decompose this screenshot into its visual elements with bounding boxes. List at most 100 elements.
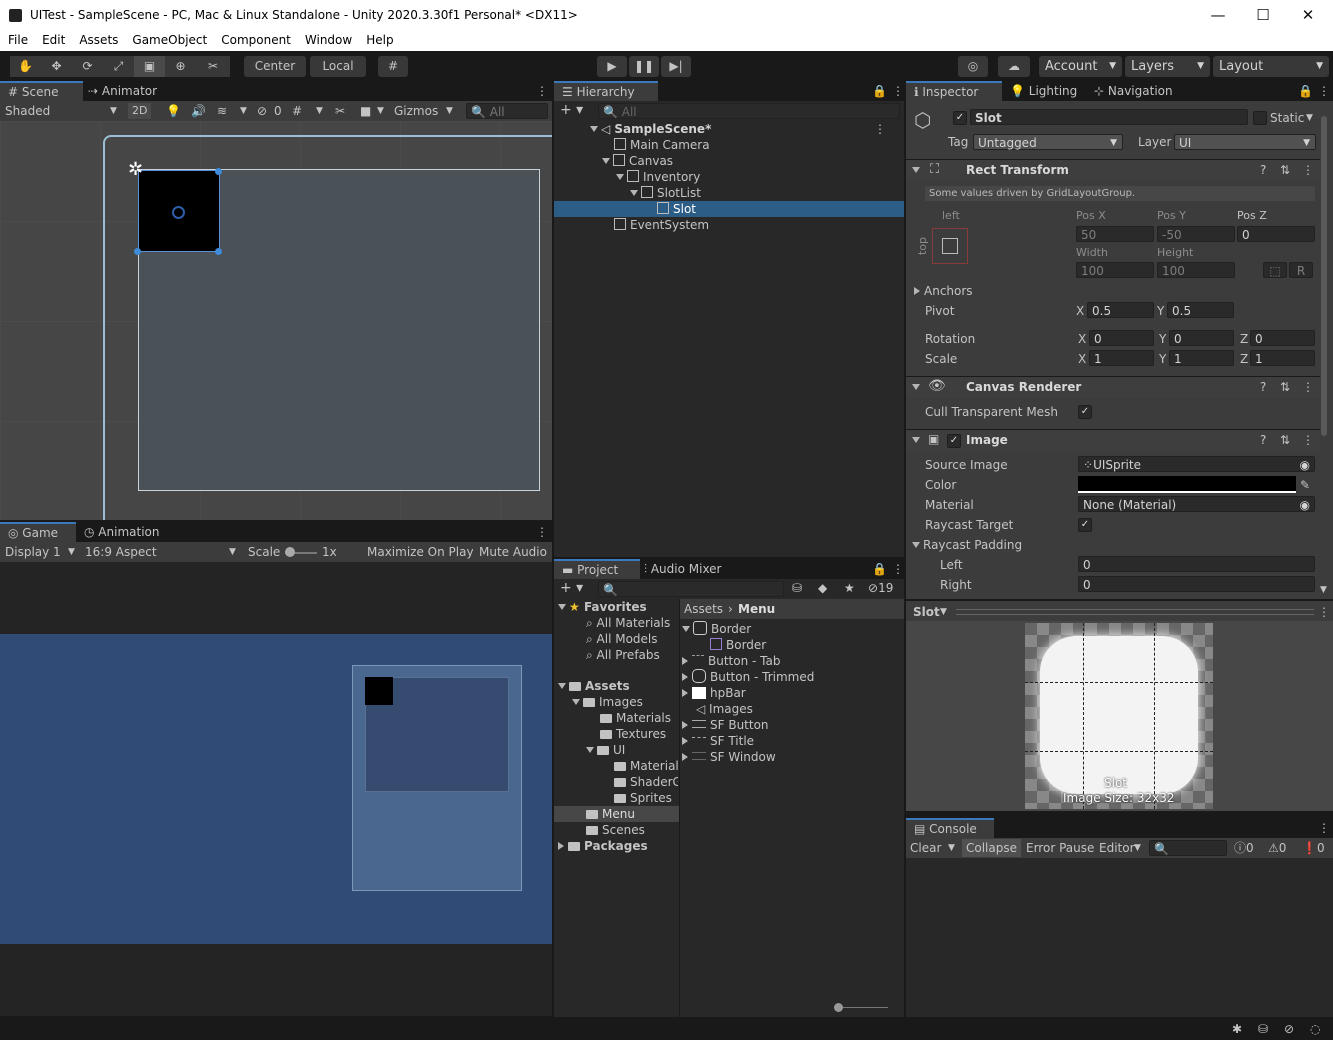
expand-arrow-icon[interactable] <box>590 126 598 132</box>
corner-handle[interactable] <box>134 248 141 255</box>
hierarchy-item-selected[interactable]: Slot <box>657 201 696 217</box>
collapse-arrow-icon[interactable] <box>914 287 920 295</box>
tab-console[interactable]: ▤ Console <box>906 818 994 839</box>
folder-item[interactable]: Materials <box>600 710 671 726</box>
chevron-down-icon[interactable]: ▼ <box>1306 110 1313 126</box>
expand-arrow-icon[interactable] <box>586 747 594 753</box>
layer-dropdown[interactable]: UI ▼ <box>1174 134 1316 150</box>
search-by-label-icon[interactable]: ◆ <box>818 580 827 596</box>
menu-component[interactable]: Component <box>213 31 297 47</box>
scene-root[interactable]: ◁ SampleScene* <box>590 121 711 137</box>
pivot-handle-icon[interactable] <box>172 206 185 219</box>
folder-item-selected[interactable]: Menu <box>586 806 635 822</box>
layers-dropdown[interactable]: Layers ▼ <box>1125 56 1210 77</box>
panel-menu-icon[interactable]: ⋮ <box>1310 818 1333 839</box>
folder-item[interactable]: ShaderG <box>614 774 678 790</box>
asset-item[interactable]: SF Title <box>682 733 754 749</box>
folder-item[interactable]: Materials <box>614 758 678 774</box>
active-checkbox[interactable]: ✓ <box>953 111 967 125</box>
collapse-arrow-icon[interactable] <box>558 842 564 850</box>
canvas-renderer-header[interactable]: 👁 Canvas Renderer ? ⇅ ⋮ <box>906 376 1320 398</box>
hierarchy-item[interactable]: SlotList <box>630 185 701 201</box>
hierarchy-item[interactable]: EventSystem <box>614 217 709 233</box>
expand-arrow-icon[interactable] <box>912 384 920 390</box>
chevron-down-icon[interactable]: ▼ <box>316 103 323 119</box>
folder-item[interactable]: Sprites <box>614 790 672 806</box>
asset-item[interactable]: hpBar <box>682 685 746 701</box>
expand-arrow-icon[interactable] <box>682 626 690 632</box>
packages-header[interactable]: Packages <box>558 838 648 854</box>
collapse-arrow-icon[interactable] <box>682 721 688 729</box>
add-object-button[interactable]: + ▾ <box>560 102 583 118</box>
scene-view[interactable]: ✲ <box>0 121 552 520</box>
bug-icon[interactable]: ✱ <box>1232 1021 1242 1037</box>
help-icon[interactable]: ? <box>1260 380 1266 394</box>
hierarchy-item[interactable]: Canvas <box>602 153 673 169</box>
menu-file[interactable]: File <box>0 31 34 47</box>
pivot-y-input[interactable]: 0.5 <box>1167 302 1234 318</box>
assets-header[interactable]: Assets <box>558 678 630 694</box>
breadcrumb-menu[interactable]: Menu <box>738 601 775 617</box>
scale-tool-icon[interactable]: ⤢ <box>103 56 134 77</box>
cache-icon[interactable]: ⛁ <box>1258 1021 1268 1037</box>
tab-navigation[interactable]: ⊹ Navigation <box>1086 81 1181 102</box>
error-count[interactable]: ❗0 <box>1302 840 1325 856</box>
component-menu-icon[interactable]: ⋮ <box>1302 433 1314 447</box>
asset-item[interactable]: SF Button <box>682 717 769 733</box>
height-input[interactable]: 100 <box>1157 262 1235 278</box>
layout-dropdown[interactable]: Layout ▼ <box>1213 56 1329 77</box>
menu-assets[interactable]: Assets <box>71 31 124 47</box>
preset-icon[interactable]: ⇅ <box>1280 380 1290 394</box>
tab-hierarchy[interactable]: ☰ Hierarchy <box>554 81 658 102</box>
folder-item[interactable]: UI <box>586 742 625 758</box>
collapse-arrow-icon[interactable] <box>682 753 688 761</box>
hierarchy-item[interactable]: Inventory <box>616 169 700 185</box>
asset-item[interactable]: ◁ Images <box>696 701 753 717</box>
step-button[interactable]: ▶| <box>661 56 691 77</box>
scale-z-input[interactable]: 1 <box>1250 350 1315 366</box>
collab-icon[interactable]: ◎ <box>958 56 988 77</box>
clear-button[interactable]: Clear <box>906 839 945 857</box>
expand-arrow-icon[interactable] <box>912 437 920 443</box>
padding-right-input[interactable]: 0 <box>1078 576 1315 592</box>
console-log-area[interactable] <box>906 858 1333 1017</box>
grid-snap-icon[interactable]: # <box>378 56 408 77</box>
folder-item[interactable]: Images <box>572 694 643 710</box>
hidden-objects-icon[interactable]: ⊘ <box>257 103 267 119</box>
collapse-arrow-icon[interactable] <box>682 689 688 697</box>
auto-generate-lighting-icon[interactable]: ⊘ <box>1284 1021 1294 1037</box>
expand-arrow-icon[interactable] <box>558 683 566 689</box>
gizmos-dropdown[interactable]: Gizmos <box>394 103 438 119</box>
expand-arrow-icon[interactable] <box>602 158 610 164</box>
drag-handle[interactable] <box>956 609 1314 615</box>
tab-inspector[interactable]: ℹ Inspector <box>906 81 1002 102</box>
menu-gameobject[interactable]: GameObject <box>124 31 213 47</box>
shading-dropdown[interactable]: Shaded <box>5 103 50 119</box>
asset-item[interactable]: Button - Trimmed <box>682 669 814 685</box>
hierarchy-search-input[interactable]: 🔍 All <box>598 103 900 119</box>
posx-input[interactable]: 50 <box>1076 226 1154 242</box>
search-by-type-icon[interactable]: ⛁ <box>792 580 802 596</box>
component-menu-icon[interactable]: ⋮ <box>1302 163 1314 177</box>
mute-audio-toggle[interactable]: Mute Audio <box>479 544 547 560</box>
account-dropdown[interactable]: Account ▼ <box>1039 56 1122 77</box>
rotation-y-input[interactable]: 0 <box>1169 330 1234 346</box>
panel-menu-icon[interactable]: ⋮ <box>528 81 556 102</box>
console-search-input[interactable]: 🔍 <box>1149 840 1227 856</box>
color-field[interactable] <box>1078 476 1296 493</box>
transform-tool-icon[interactable]: ⊕ <box>165 56 196 77</box>
expand-arrow-icon[interactable] <box>912 167 920 173</box>
2d-toggle[interactable]: 2D <box>128 103 152 119</box>
maximize-button[interactable]: ☐ <box>1241 4 1285 26</box>
favorites-header[interactable]: ★ Favorites <box>558 599 647 615</box>
eyedropper-icon[interactable]: ✎ <box>1300 477 1310 493</box>
maximize-on-play-toggle[interactable]: Maximize On Play <box>367 544 474 560</box>
progress-icon[interactable]: ◌ <box>1310 1021 1320 1037</box>
tab-scene[interactable]: # Scene <box>0 81 83 102</box>
collapse-arrow-icon[interactable] <box>682 737 688 745</box>
camera-icon[interactable]: ■ <box>360 103 371 119</box>
material-field[interactable]: None (Material) ◉ <box>1078 496 1315 512</box>
expand-arrow-icon[interactable] <box>630 190 638 196</box>
rect-transform-header[interactable]: ⛶ Rect Transform ? ⇅ ⋮ <box>906 159 1320 181</box>
panel-menu-icon[interactable]: ⋮ <box>1318 604 1330 620</box>
